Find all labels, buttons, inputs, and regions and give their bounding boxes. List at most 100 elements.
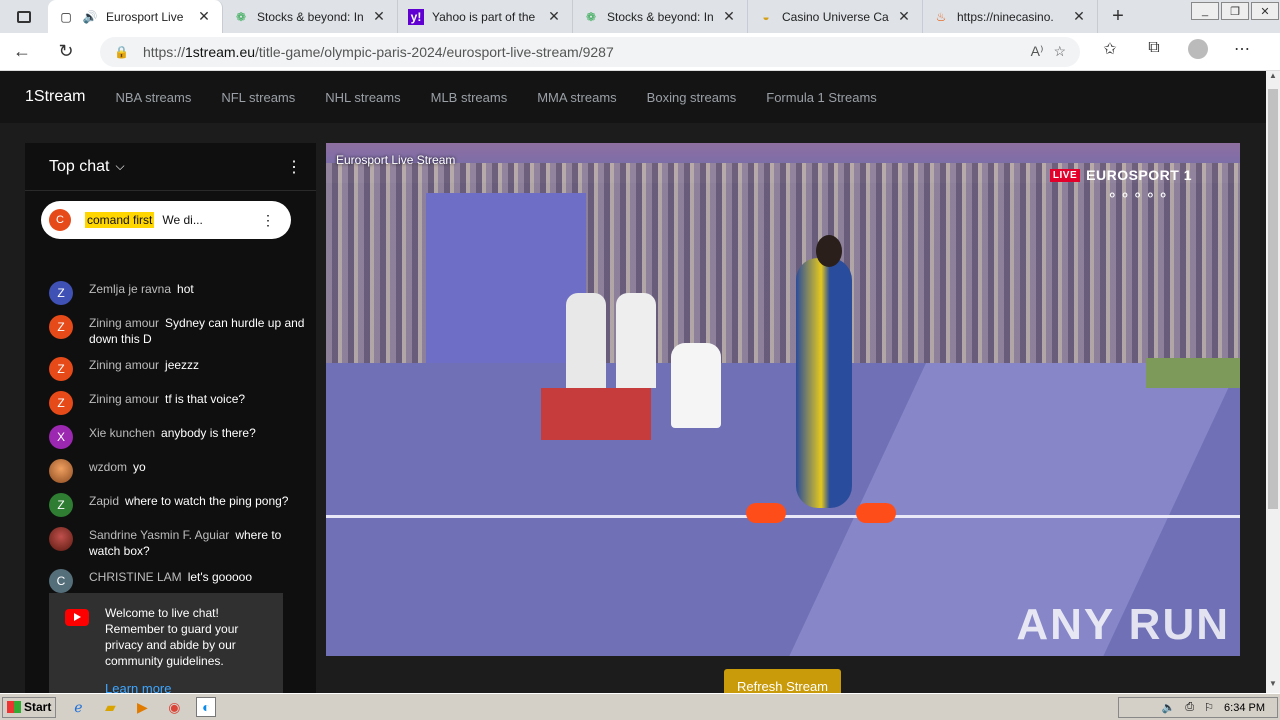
pinned-text: We di... (162, 213, 203, 227)
close-tab-icon[interactable]: ✕ (196, 8, 212, 25)
close-tab-icon[interactable]: ✕ (371, 8, 387, 25)
chat-messages: Z Zemlja je ravna hot Z Zining amour Sydne… (49, 281, 309, 603)
yahoo-icon: y! (408, 8, 424, 25)
avatar: Z (49, 493, 73, 517)
close-tab-icon[interactable]: ✕ (546, 8, 562, 25)
author-name[interactable]: Zining amour (89, 392, 159, 406)
youtube-icon (65, 609, 89, 626)
security-icon[interactable]: ⚐ (1204, 701, 1214, 714)
scroll-down-icon[interactable]: ▼ (1266, 679, 1280, 693)
tab-eurosport[interactable]: ▢ 🔊 Eurosport Live ✕ (48, 0, 223, 33)
page-scrollbar[interactable]: ▲ ▼ (1266, 71, 1280, 693)
nav-nfl[interactable]: NFL streams (221, 90, 295, 105)
new-tab-button[interactable]: + (1098, 5, 1138, 28)
tab-stocks-2[interactable]: ❁ Stocks & beyond: In ✕ (573, 0, 748, 33)
message-body: Sandrine Yasmin F. Aguiar where to watch … (89, 527, 309, 559)
author-name[interactable]: Zining amour (89, 316, 159, 330)
page-icon: ▢ (60, 9, 72, 24)
collections-icon[interactable]: ⧉ (1132, 39, 1176, 64)
chevron-down-icon[interactable]: ⌵ (115, 159, 124, 174)
avatar-photo (49, 459, 73, 483)
tab-title: Stocks & beyond: In (607, 9, 714, 24)
message-body: Zemlja je ravna hot (89, 281, 194, 297)
url-host: 1stream.eu (184, 43, 256, 60)
tab-casino[interactable]: ◒ Casino Universe Ca ✕ (748, 0, 923, 33)
stock-icon: ❁ (585, 9, 597, 24)
volume-icon[interactable]: 🔈 (1162, 701, 1176, 714)
author-name[interactable]: Zining amour (89, 358, 159, 372)
tab-title: Stocks & beyond: In (257, 9, 364, 24)
message-text: let's gooooo (187, 570, 253, 584)
profile-icon[interactable] (1176, 39, 1220, 64)
avatar: C (49, 569, 73, 593)
video-player[interactable]: Eurosport Live Stream LIVE EUROSPORT 1 ⚬… (326, 143, 1240, 656)
broadcast-logo: LIVE EUROSPORT 1 (1049, 167, 1192, 183)
start-button[interactable]: Start (2, 696, 57, 718)
avatar: Z (49, 391, 73, 415)
nav-boxing[interactable]: Boxing streams (647, 90, 737, 105)
video-scene (796, 258, 852, 508)
favorites-icon[interactable]: ✩ (1088, 39, 1132, 64)
message-text: where to watch the ping pong? (125, 494, 289, 508)
restore-icon[interactable]: ❐ (1221, 2, 1249, 20)
message-text: anybody is there? (161, 426, 256, 440)
close-tab-icon[interactable]: ✕ (721, 8, 737, 25)
chat-menu-icon[interactable]: ⋮ (286, 157, 302, 177)
message-body: Zining amour tf is that voice? (89, 391, 245, 407)
back-arrow-icon[interactable]: ← (0, 41, 44, 62)
learn-more-link[interactable]: Learn more (105, 681, 273, 693)
chat-message: wzdom yo (49, 459, 309, 483)
close-tab-icon[interactable]: ✕ (896, 8, 912, 25)
author-name[interactable]: Sandrine Yasmin F. Aguiar (89, 528, 229, 542)
video-scene (541, 388, 651, 440)
video-scene (616, 293, 656, 388)
refresh-icon[interactable]: ↻ (44, 41, 88, 62)
message-text: yo (133, 460, 146, 474)
address-bar[interactable]: 🔒 https://1stream.eu/title-game/olympic-… (100, 36, 1080, 67)
nav-nba[interactable]: NBA streams (115, 90, 191, 105)
video-scene (566, 293, 606, 388)
message-body: Zapid where to watch the ping pong? (89, 493, 288, 509)
close-window-icon[interactable]: ✕ (1251, 2, 1279, 20)
author-name[interactable]: Zemlja je ravna (89, 282, 171, 296)
pinned-message[interactable]: C comand first We di... ⋮ (41, 201, 291, 239)
media-player-icon[interactable]: ▶ (132, 697, 152, 717)
edge-icon[interactable]: ◐ (196, 697, 217, 717)
tab-yahoo[interactable]: y! Yahoo is part of the ✕ (398, 0, 573, 33)
chat-message: Z Zemlja je ravna hot (49, 281, 309, 305)
nav-nhl[interactable]: NHL streams (325, 90, 400, 105)
author-name[interactable]: CHRISTINE LAM (89, 570, 182, 584)
scroll-up-icon[interactable]: ▲ (1266, 71, 1280, 85)
video-scene (426, 193, 586, 373)
add-favorite-icon[interactable]: ☆ (1053, 43, 1066, 60)
folder-icon[interactable]: ▰ (100, 697, 120, 717)
nav-mma[interactable]: MMA streams (537, 90, 616, 105)
author-name[interactable]: wzdom (89, 460, 127, 474)
speaker-icon[interactable]: 🔊 (82, 9, 98, 25)
tab-actions-button[interactable] (0, 0, 48, 33)
author-name[interactable]: Xie kunchen (89, 426, 155, 440)
avatar: Z (49, 281, 73, 305)
minimize-icon[interactable]: _ (1191, 2, 1219, 20)
tab-stocks-1[interactable]: ❁ Stocks & beyond: In ✕ (223, 0, 398, 33)
close-tab-icon[interactable]: ✕ (1071, 8, 1087, 25)
nav-mlb[interactable]: MLB streams (431, 90, 508, 105)
scroll-thumb[interactable] (1268, 89, 1278, 509)
site-logo[interactable]: 1Stream (25, 88, 85, 106)
author-name[interactable]: Zapid (89, 494, 119, 508)
chrome-icon[interactable]: ◉ (164, 697, 184, 717)
pinned-menu-icon[interactable]: ⋮ (261, 212, 275, 229)
video-scene (1146, 358, 1240, 388)
more-menu-icon[interactable]: ⋯ (1220, 39, 1264, 64)
chat-mode-selector[interactable]: Top chat (49, 158, 109, 176)
read-aloud-icon[interactable]: A⁾ (1031, 43, 1044, 60)
ie-icon[interactable]: ℯ (68, 697, 88, 717)
tab-ninecasino[interactable]: ♨ https://ninecasino. ✕ (923, 0, 1098, 33)
video-scene (816, 235, 842, 267)
clock[interactable]: 6:34 PM (1224, 702, 1265, 714)
windows-logo-icon (7, 701, 21, 713)
lock-icon[interactable]: 🔒 (114, 45, 129, 59)
nav-formula1[interactable]: Formula 1 Streams (766, 90, 877, 105)
network-icon[interactable]: ⎙ (1185, 701, 1194, 714)
chat-message: X Xie kunchen anybody is there? (49, 425, 309, 449)
